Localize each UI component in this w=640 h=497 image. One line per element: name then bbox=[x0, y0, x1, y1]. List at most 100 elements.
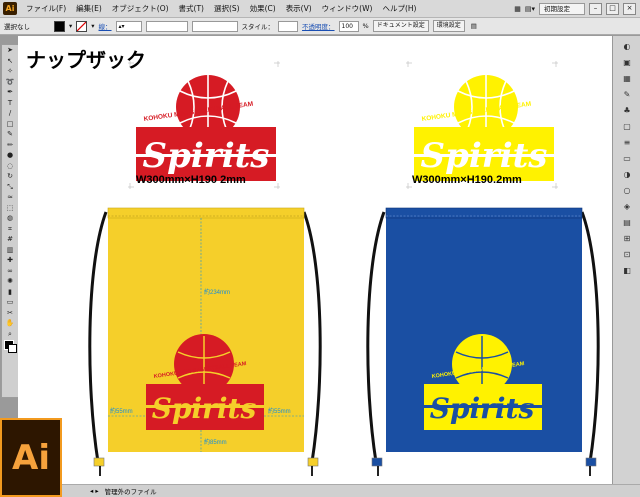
gradient-icon[interactable]: ▭ bbox=[621, 154, 633, 164]
menu-object[interactable]: オブジェクト(O) bbox=[107, 3, 174, 14]
paintbrush-icon[interactable]: ✎ bbox=[4, 130, 16, 138]
minimize-button[interactable]: – bbox=[589, 2, 602, 15]
graph-icon[interactable]: ▮ bbox=[4, 288, 16, 296]
menu-file[interactable]: ファイル(F) bbox=[21, 3, 71, 14]
magic-wand-icon[interactable]: ✧ bbox=[4, 67, 16, 75]
pathfinder-icon[interactable]: ◧ bbox=[621, 266, 633, 276]
panel-dock: ◐ ▣ ▦ ✎ ♣ ▢ ≡ ▭ ◑ ○ ◈ ▤ ⊞ ⊡ ◧ bbox=[612, 36, 640, 484]
menu-edit[interactable]: 編集(E) bbox=[71, 3, 107, 14]
tools-panel: ➤ ↖ ✧ ➰ ✒ T / □ ✎ ✏ ● ◌ ↻ ⤡ ≈ ⬚ ◍ ⌗ # ▥ ✚ ∞ ✺ ▮ ▭ ✂ ✋ ⌕ bbox=[1, 44, 19, 398]
size-label-yellow: W300mm×H190.2mm bbox=[412, 174, 522, 186]
graphic-styles-icon[interactable]: ▢ bbox=[621, 122, 633, 132]
app-icon[interactable]: Ai bbox=[3, 2, 17, 15]
rectangle-icon[interactable]: □ bbox=[4, 120, 16, 128]
fill-swatch[interactable] bbox=[54, 20, 65, 32]
stroke-swatch[interactable] bbox=[76, 20, 88, 32]
symbol-sprayer-icon[interactable]: ✺ bbox=[4, 277, 16, 285]
fill-stroke-swatch[interactable] bbox=[4, 340, 17, 353]
control-bar: 選択なし ▾ ▾ 線： ▴▾ スタイル： 不透明度： 100 % ドキュメント設… bbox=[0, 18, 640, 35]
gradient-icon[interactable]: ▥ bbox=[4, 246, 16, 254]
color-icon[interactable]: ◐ bbox=[621, 42, 633, 52]
pencil-icon[interactable]: ✏ bbox=[4, 141, 16, 149]
preferences-button[interactable]: 環境設定 bbox=[432, 20, 465, 32]
opacity-unit: % bbox=[362, 22, 369, 30]
logo-red: KOHOKU MINI BASKETBALL TEAM Spirits bbox=[128, 61, 280, 189]
dim-bottom: 約85mm bbox=[204, 438, 227, 446]
direct-selection-icon[interactable]: ↖ bbox=[4, 57, 16, 65]
symbols-icon[interactable]: ♣ bbox=[621, 106, 633, 116]
bag-blue-name: Spirits bbox=[430, 392, 535, 425]
free-transform-icon[interactable]: ⬚ bbox=[4, 204, 16, 212]
menu-help[interactable]: ヘルプ(H) bbox=[377, 3, 421, 14]
pen-icon[interactable]: ✒ bbox=[4, 88, 16, 96]
hand-icon[interactable]: ✋ bbox=[4, 319, 16, 327]
status-text: 管理外のファイル bbox=[104, 488, 157, 496]
close-button[interactable]: × bbox=[623, 2, 636, 15]
slice-icon[interactable]: ✂ bbox=[4, 309, 16, 317]
type-icon[interactable]: T bbox=[4, 99, 16, 107]
logo-red-name: Spirits bbox=[143, 136, 270, 176]
swatches-icon[interactable]: ▦ bbox=[621, 74, 633, 84]
perspective-icon[interactable]: ⌗ bbox=[4, 225, 16, 233]
menu-select[interactable]: 選択(S) bbox=[209, 3, 245, 14]
bridge-icon[interactable]: ▦ bbox=[514, 5, 521, 13]
dim-left: 約55mm bbox=[110, 407, 133, 415]
shape-builder-icon[interactable]: ◍ bbox=[4, 214, 16, 222]
artboard-icon[interactable]: ▭ bbox=[4, 298, 16, 306]
bag-yellow-name: Spirits bbox=[152, 392, 257, 425]
line-icon[interactable]: / bbox=[4, 109, 16, 117]
stroke-dropdown-icon[interactable]: ▾ bbox=[91, 22, 94, 30]
transparency-icon[interactable]: ◑ bbox=[621, 170, 633, 180]
style-select[interactable] bbox=[278, 20, 299, 32]
opacity-field[interactable]: 100 bbox=[338, 20, 359, 32]
bag-yellow: 約234mm KOHOKU MINI BASKETBALL TEAM Spiri… bbox=[88, 207, 322, 476]
stroke-icon[interactable]: ≡ bbox=[621, 138, 633, 148]
artboard-nav-icon[interactable]: ◂ ▸ bbox=[90, 487, 99, 495]
brushes-icon[interactable]: ✎ bbox=[621, 90, 633, 100]
blob-brush-icon[interactable]: ● bbox=[4, 151, 16, 159]
illustrator-logo-text: Ai bbox=[12, 437, 50, 478]
width-icon[interactable]: ≈ bbox=[4, 193, 16, 201]
menu-bar: Ai ファイル(F) 編集(E) オブジェクト(O) 書式(T) 選択(S) 効… bbox=[0, 0, 640, 18]
color-guide-icon[interactable]: ▣ bbox=[621, 58, 633, 68]
artboards-icon[interactable]: ▤ bbox=[621, 218, 633, 228]
menu-view[interactable]: 表示(V) bbox=[281, 3, 317, 14]
scale-icon[interactable]: ⤡ bbox=[4, 183, 16, 191]
size-label-red: W300mm×H190 2mm bbox=[136, 174, 246, 186]
fill-dropdown-icon[interactable]: ▾ bbox=[69, 22, 72, 30]
status-bar: ◂ ▸ 管理外のファイル bbox=[0, 484, 640, 497]
artboard-canvas[interactable]: ナップザック KOHOKU MINI BASKETBALL TEAM Spiri… bbox=[18, 36, 612, 484]
blend-icon[interactable]: ∞ bbox=[4, 267, 16, 275]
illustrator-logo: Ai bbox=[0, 418, 62, 497]
lasso-icon[interactable]: ➰ bbox=[4, 78, 16, 86]
dim-top: 約234mm bbox=[204, 288, 230, 296]
align-icon[interactable]: ⊞ bbox=[621, 234, 633, 244]
eraser-icon[interactable]: ◌ bbox=[4, 162, 16, 170]
mesh-icon[interactable]: # bbox=[4, 235, 16, 243]
dim-right: 約55mm bbox=[268, 407, 291, 415]
transform-icon[interactable]: ⊡ bbox=[621, 250, 633, 260]
document-settings-button[interactable]: ドキュメント設定 bbox=[372, 20, 429, 32]
rotate-icon[interactable]: ↻ bbox=[4, 172, 16, 180]
panel-options-icon[interactable]: ▤ bbox=[471, 22, 477, 30]
logo-yellow-name: Spirits bbox=[421, 136, 548, 176]
maximize-button[interactable]: □ bbox=[606, 2, 619, 15]
layers-icon[interactable]: ◈ bbox=[621, 202, 633, 212]
menu-window[interactable]: ウィンドウ(W) bbox=[317, 3, 378, 14]
stroke-label[interactable]: 線： bbox=[99, 21, 112, 31]
variable-width-select[interactable] bbox=[145, 20, 188, 32]
style-label: スタイル： bbox=[241, 23, 275, 31]
eyedropper-icon[interactable]: ✚ bbox=[4, 256, 16, 264]
zoom-icon[interactable]: ⌕ bbox=[4, 330, 16, 338]
bag-blue: KOHOKU MINI BASKETBALL TEAM Spirits bbox=[366, 207, 600, 476]
selection-status: 選択なし bbox=[4, 23, 30, 31]
appearance-icon[interactable]: ○ bbox=[621, 186, 633, 196]
stroke-weight-field[interactable]: ▴▾ bbox=[115, 20, 142, 32]
brush-select[interactable] bbox=[191, 20, 238, 32]
arrange-documents-icon[interactable]: ▤▾ bbox=[525, 5, 535, 13]
menu-effect[interactable]: 効果(C) bbox=[245, 3, 281, 14]
opacity-label[interactable]: 不透明度： bbox=[302, 21, 335, 31]
selection-tool-icon[interactable]: ➤ bbox=[4, 46, 16, 54]
menu-type[interactable]: 書式(T) bbox=[174, 3, 209, 14]
workspace-select[interactable]: 初期設定 bbox=[539, 2, 585, 15]
